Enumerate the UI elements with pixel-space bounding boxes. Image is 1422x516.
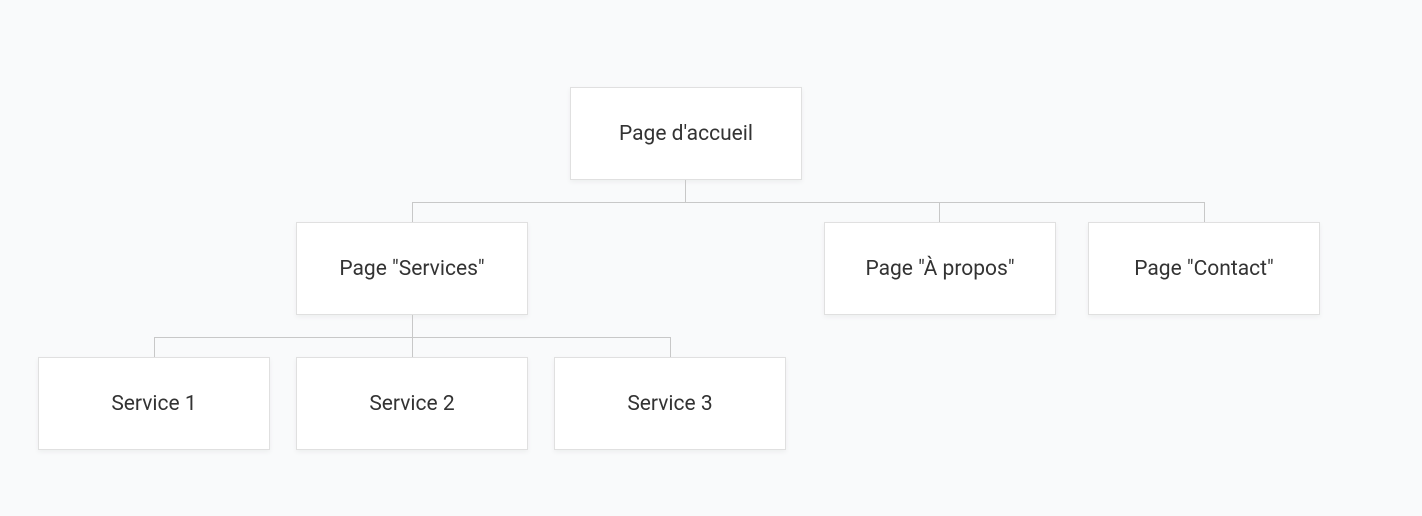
node-about-page-label: Page "À propos"	[865, 257, 1014, 281]
node-home-page-label: Page d'accueil	[619, 122, 753, 146]
node-service-3: Service 3	[554, 357, 786, 450]
connector-vline	[412, 337, 413, 357]
node-service-3-label: Service 3	[627, 392, 712, 416]
node-home-page: Page d'accueil	[570, 87, 802, 180]
node-service-2: Service 2	[296, 357, 528, 450]
node-service-1: Service 1	[38, 357, 270, 450]
connector-vline	[154, 337, 155, 357]
node-contact-page: Page "Contact"	[1088, 222, 1320, 315]
node-service-2-label: Service 2	[369, 392, 454, 416]
node-services-page: Page "Services"	[296, 222, 528, 315]
connector-vline	[412, 315, 413, 337]
connector-vline	[1204, 202, 1205, 222]
connector-vline	[685, 180, 686, 202]
connector-vline	[412, 202, 413, 222]
connector-vline	[670, 337, 671, 357]
node-service-1-label: Service 1	[111, 392, 196, 416]
connector-vline	[939, 202, 940, 222]
node-contact-page-label: Page "Contact"	[1134, 257, 1274, 281]
connector-hline	[412, 202, 1205, 203]
node-services-page-label: Page "Services"	[339, 257, 484, 281]
node-about-page: Page "À propos"	[824, 222, 1056, 315]
